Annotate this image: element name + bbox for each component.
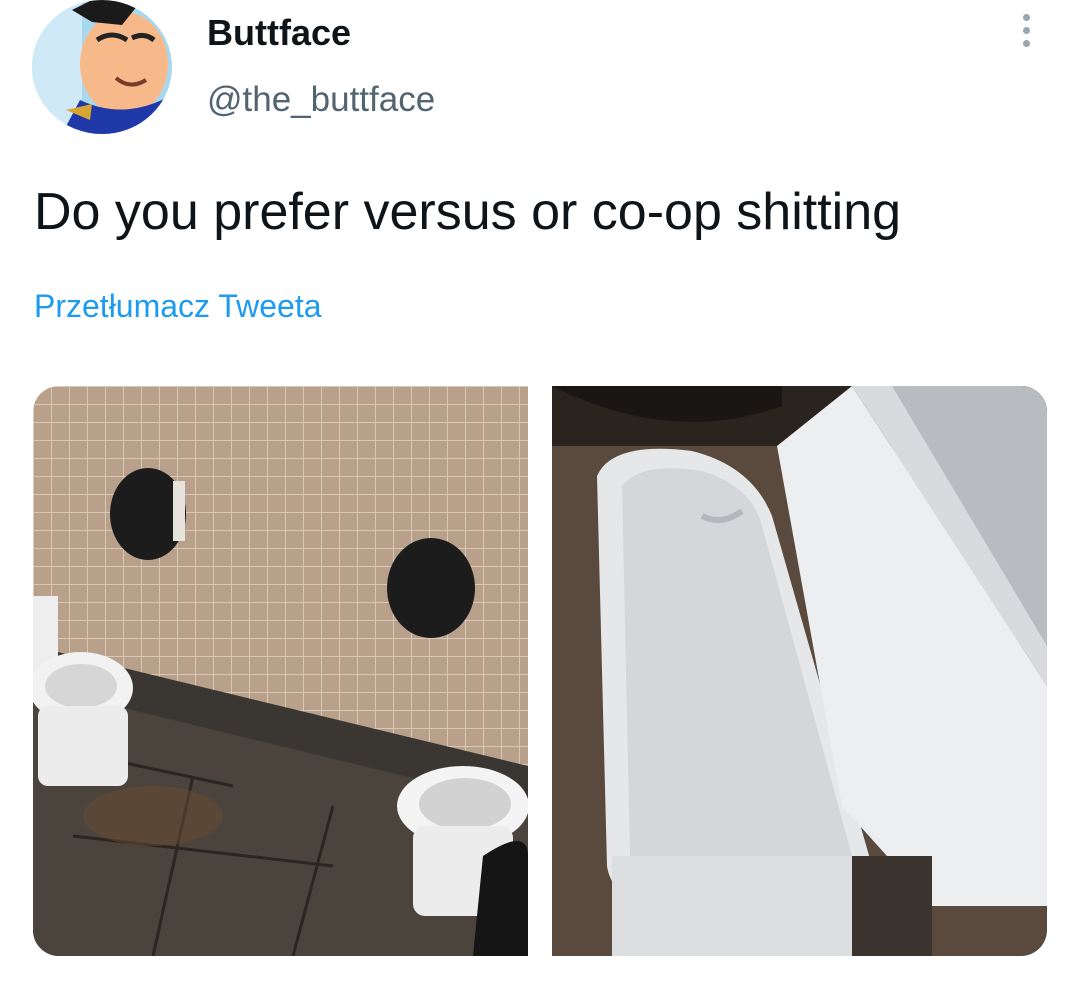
tweet-photo-2[interactable] <box>552 386 1047 956</box>
photo-facing-toilets <box>33 386 528 956</box>
tweet-text: Do you prefer versus or co-op shitting <box>34 183 902 241</box>
user-handle[interactable]: @the_buttface <box>207 80 435 120</box>
translate-tweet-link[interactable]: Przetłumacz Tweeta <box>34 288 322 325</box>
avatar[interactable] <box>32 0 172 134</box>
tweet-photo-1[interactable] <box>33 386 528 956</box>
display-name[interactable]: Buttface <box>207 12 351 54</box>
avatar-image <box>32 0 172 134</box>
photo-double-toilet <box>552 386 1047 956</box>
more-vertical-icon[interactable] <box>1012 14 1040 58</box>
